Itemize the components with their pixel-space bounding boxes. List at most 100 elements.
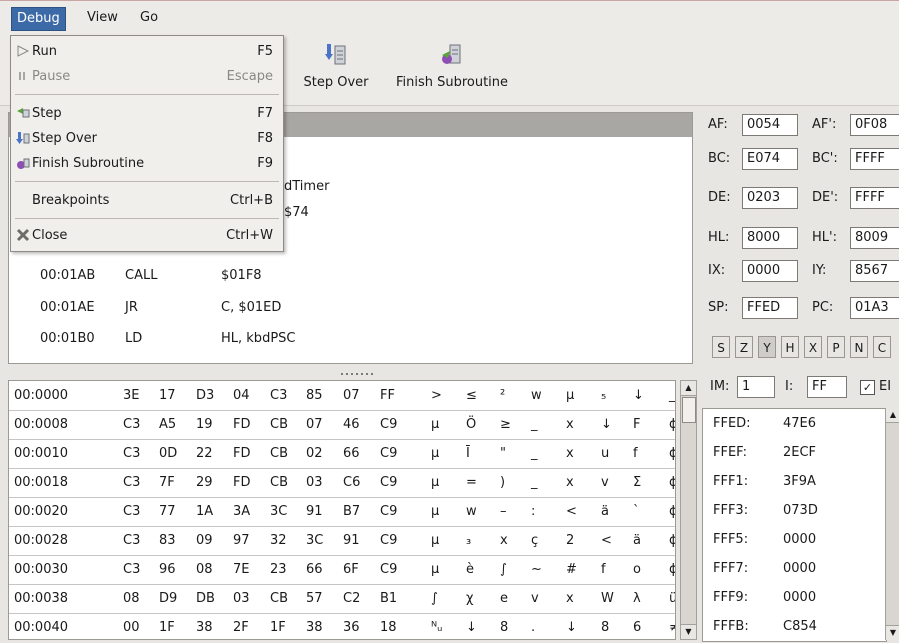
register-field[interactable]: 0054 [742,114,798,136]
memory-char: v [531,591,539,606]
flag-toggle[interactable]: Y [758,336,776,358]
memory-byte: 03 [306,475,323,490]
register-field[interactable]: FFFF [850,148,899,170]
menu-item-step[interactable]: Step F7 [11,102,283,126]
register-label: PC: [812,300,834,315]
memory-char: ₅ [601,388,607,403]
stack-address: FFF7: [713,561,749,576]
memory-scroll-thumb[interactable] [682,397,696,423]
step-over-toolbar-button[interactable]: Step Over [296,43,376,90]
flag-toggle[interactable]: C [873,336,891,358]
memory-char: μ [431,446,440,461]
memory-byte: 2F [233,620,249,635]
flag-toggle[interactable]: H [781,336,799,358]
flag-toggle[interactable]: P [827,336,845,358]
register-field[interactable]: 0203 [742,187,798,209]
flag-toggle[interactable]: Z [735,336,753,358]
menu-item-close[interactable]: Close Ctrl+W [11,224,283,248]
step-over-label: Step Over [32,131,97,146]
menu-item-finish-subroutine[interactable]: Finish Subroutine F9 [11,152,283,176]
run-accel: F5 [257,44,273,59]
finish-subroutine-toolbar-button[interactable]: Finish Subroutine [386,43,518,90]
memory-row[interactable]: 00:0038 08 D9 DB 03 CB 57 C2 B1 ∫ χ e v x Wλ ü [9,584,675,614]
memory-byte: 91 [306,504,323,519]
register-label: AF': [812,117,837,132]
memory-char: μ [431,504,440,519]
stack-scroll-up-icon[interactable]: ▲ [886,408,899,423]
memory-row[interactable]: 00:0030 C3 96 08 7E 23 66 6F C9 μ è ∫ ~ # f o ϕ [9,555,675,585]
register-field[interactable]: 8009 [850,227,899,249]
memory-byte: 85 [306,388,323,403]
ei-label: EI [879,379,892,394]
memory-row[interactable]: 00:0018 C3 7F 29 FD CB 03 C6 C9 μ =) _ x v Σϕ [9,468,675,498]
stack-value: 3F9A [783,474,816,489]
memory-char: μ [431,533,440,548]
memory-byte: 97 [233,533,250,548]
memory-char: ϕ [669,526,675,555]
memory-char: = [466,475,477,490]
step-over-accel: F8 [257,131,273,146]
pane-splitter-handle[interactable] [340,372,376,376]
memory-byte: 91 [343,533,360,548]
memory-byte: DB [196,591,215,606]
memory-byte: D3 [196,388,215,403]
menu-separator [15,94,279,95]
memory-row[interactable]: 00:0000 3E 17 D3 04 C3 85 07 FF > ≤ ² w μ ₅ ↓ _ [9,381,675,411]
menu-item-step-over[interactable]: Step Over F8 [11,127,283,151]
memory-char: w [466,504,477,519]
scroll-down-arrow-icon[interactable]: ▼ [681,624,696,639]
flag-toggle[interactable]: S [712,336,730,358]
register-field[interactable]: 0F08 [850,114,899,136]
memory-char: Σ [633,475,642,490]
i-field[interactable]: FF [807,376,847,398]
register-field[interactable]: 0000 [742,260,798,282]
stack-value: 0000 [783,590,817,605]
register-field[interactable]: 8000 [742,227,798,249]
register-field[interactable]: FFED [742,297,798,319]
flag-toggle[interactable]: N [850,336,868,358]
memory-byte: 46 [343,417,360,432]
im-field[interactable]: 1 [737,376,775,398]
menu-item-pause[interactable]: Pause Escape [11,65,283,89]
register-field[interactable]: 01A3 [850,297,899,319]
memory-byte: 1F [159,620,175,635]
register-field[interactable]: 8567 [850,260,899,282]
flag-toggle[interactable]: X [804,336,822,358]
memory-byte: 38 [196,620,213,635]
memory-char: ) [500,475,506,490]
stack-scrollbar[interactable]: ▲ ▼ [885,408,899,640]
memory-address: 00:0030 [14,562,69,577]
pause-accel: Escape [226,69,273,84]
memory-address: 00:0010 [14,446,69,461]
menu-go[interactable]: Go [135,7,163,29]
menu-item-run[interactable]: Run F5 [11,40,283,64]
memory-char: Ī [466,446,470,461]
memory-row[interactable]: 00:0040 00 1F 38 2F 1F 38 36 18 ᴺᵤ ↓ 8. ↓ 8 6 ≠ [9,613,675,639]
menu-bar: Debug View Go [0,0,899,34]
stack-scroll-down-icon[interactable]: ▼ [886,625,899,640]
memory-char: e [500,591,508,606]
step-over-icon [325,44,346,65]
memory-char: 2 [566,533,575,548]
memory-byte: 6F [343,562,359,577]
memory-char: ≠ [669,613,675,639]
memory-char: λ [633,591,641,606]
menu-item-breakpoints[interactable]: Breakpoints Ctrl+B [11,189,283,213]
memory-char: f [601,562,606,577]
ei-checkbox[interactable]: ✓ [860,380,875,395]
memory-scrollbar[interactable]: ▲ ▼ [680,380,697,640]
memory-row[interactable]: 00:0008 C3 A5 19 FD CB 07 46 C9 μ Ö ≥ _ x ↓ Fϕ [9,410,675,440]
memory-row[interactable]: 00:0020 C3 77 1A 3A 3C 91 B7 C9 μ w –: < ä ` ϕ [9,497,675,527]
memory-char: . [531,620,536,635]
scroll-up-arrow-icon[interactable]: ▲ [681,381,696,396]
im-label: IM: [710,379,730,394]
memory-row[interactable]: 00:0010 C3 0D 22 FD CB 02 66 C9 μ Ī " _ x u f ϕ [9,439,675,469]
memory-row[interactable]: 00:0028 C3 83 09 97 32 3C 91 C9 μ ₃ x ç 2 < ä ϕ [9,526,675,556]
memory-char: _ [531,446,538,461]
register-field[interactable]: FFFF [850,187,899,209]
breakpoints-accel: Ctrl+B [230,193,273,208]
register-field[interactable]: E074 [742,148,798,170]
memory-byte: 7E [233,562,250,577]
menu-view[interactable]: View [82,7,123,29]
menu-debug[interactable]: Debug [11,7,66,31]
